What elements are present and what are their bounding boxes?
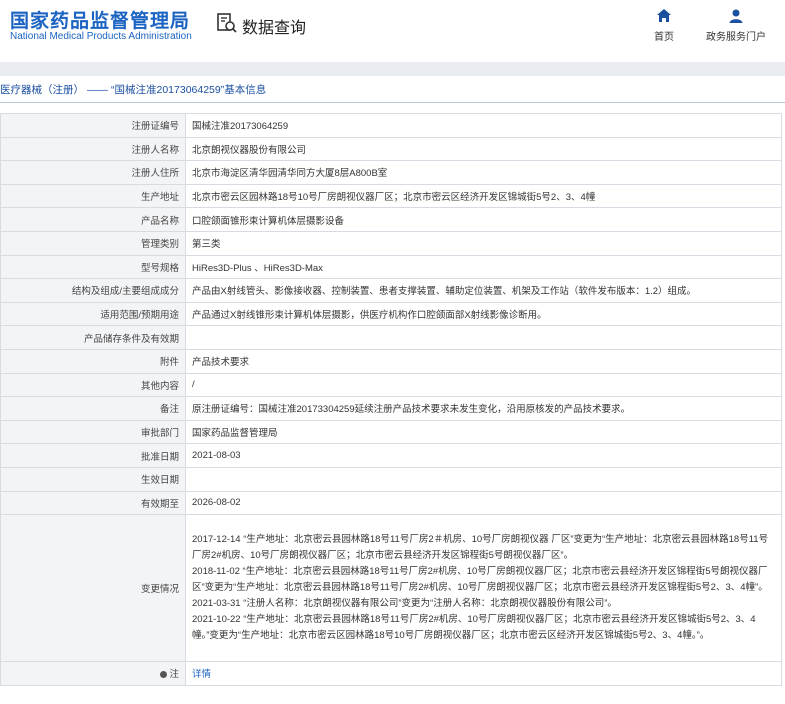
- field-label: 生效日期: [0, 466, 186, 492]
- data-query-label: 数据查询: [242, 19, 307, 37]
- note-value: 详情: [185, 661, 782, 686]
- field-label: 生产地址: [0, 183, 186, 209]
- table-row: 型号规格 HiRes3D-Plus 、HiRes3D-Max: [0, 254, 782, 280]
- nav-home-label: 首页: [654, 32, 674, 43]
- field-value: 产品通过X射线锥形束计算机体层摄影，供医疗机构作口腔颌面部X射线影像诊断用。: [185, 301, 782, 327]
- field-label: 审批部门: [0, 419, 186, 445]
- breadcrumb-separator: ——: [87, 84, 108, 96]
- table-row: 备注 原注册证编号：国械注准20173304259延续注册产品技术要求未发生变化，…: [0, 396, 782, 421]
- table-row: 适用范围/预期用途 产品通过X射线锥形束计算机体层摄影，供医疗机构作口腔颌面部X射…: [0, 301, 782, 327]
- field-value: 原注册证编号：国械注准20173304259延续注册产品技术要求未发生变化，沿用…: [185, 396, 782, 421]
- nav-gov-service-label: 政务服务门户: [706, 32, 766, 43]
- table-row: 批准日期 2021-08-03: [0, 443, 782, 468]
- note-row: 注 详情: [0, 661, 782, 686]
- field-value: /: [185, 372, 782, 398]
- field-value: 国家药品监督管理局: [185, 419, 782, 445]
- breadcrumb: 医疗器械（注册） —— “国械注准20173064259”基本信息: [0, 82, 266, 97]
- field-value: [185, 466, 782, 492]
- table-row: 注册证编号 国械注准20173064259: [0, 113, 782, 138]
- field-label: 注册人名称: [0, 136, 186, 162]
- nav-gov-service[interactable]: 政务服务门户: [706, 8, 766, 43]
- field-value: 口腔颌面锥形束计算机体层摄影设备: [185, 207, 782, 232]
- user-icon: [706, 8, 766, 24]
- field-label: 附件: [0, 348, 186, 374]
- change-entry: 2021-10-22 “生产地址：北京密云县园林路18号11号厂房2#机房、10…: [192, 614, 756, 642]
- field-value: 产品技术要求: [185, 348, 782, 374]
- breadcrumb-underline: [0, 102, 785, 103]
- field-label: 产品名称: [0, 207, 186, 232]
- field-label: 结构及组成/主要组成成分: [0, 278, 186, 303]
- field-label: 注册人住所: [0, 160, 186, 185]
- field-label: 管理类别: [0, 230, 186, 256]
- field-value: [185, 325, 782, 350]
- field-value: HiRes3D-Plus 、HiRes3D-Max: [185, 254, 782, 280]
- change-entry: 2017-12-14 “生产地址：北京密云县园林路18号11号厂房2＃机房、10…: [192, 534, 769, 562]
- field-value: 北京市密云区园林路18号10号厂房朗视仪器厂区；北京市密云区经济开发区锦城街5号…: [185, 183, 782, 209]
- note-label-cell: 注: [0, 661, 186, 686]
- field-value: 第三类: [185, 230, 782, 256]
- table-row: 附件 产品技术要求: [0, 348, 782, 374]
- change-history-row: 变更情况 2017-12-14 “生产地址：北京密云县园林路18号11号厂房2＃…: [0, 514, 782, 663]
- table-row: 生产地址 北京市密云区园林路18号10号厂房朗视仪器厂区；北京市密云区经济开发区锦…: [0, 183, 782, 209]
- table-row: 审批部门 国家药品监督管理局: [0, 419, 782, 445]
- field-label: 备注: [0, 396, 186, 421]
- change-history-label: 变更情况: [0, 514, 186, 663]
- data-query-heading: 数据查询: [216, 12, 306, 39]
- breadcrumb-record: “国械注准20173064259”基本信息: [111, 84, 267, 96]
- change-history-value: 2017-12-14 “生产地址：北京密云县园林路18号11号厂房2＃机房、10…: [185, 514, 782, 663]
- field-value: 2021-08-03: [185, 443, 782, 468]
- field-label: 有效期至: [0, 490, 186, 516]
- field-value: 北京朗视仪器股份有限公司: [185, 136, 782, 162]
- table-row: 有效期至 2026-08-02: [0, 490, 782, 516]
- table-row: 管理类别 第三类: [0, 230, 782, 256]
- field-value: 产品由X射线管头、影像接收器、控制装置、患者支撑装置、辅助定位装置、机架及工作站…: [185, 278, 782, 303]
- site-name-en[interactable]: National Medical Products Administration: [10, 31, 192, 42]
- field-value: 国械注准20173064259: [185, 113, 782, 138]
- field-label: 型号规格: [0, 254, 186, 280]
- table-row: 注册人名称 北京朗视仪器股份有限公司: [0, 136, 782, 162]
- change-entry: 2021-03-31 “注册人名称：北京朗视仪器有限公司”变更为“注册人名称：北…: [192, 598, 617, 610]
- field-value: 2026-08-02: [185, 490, 782, 516]
- bullet-icon: [160, 671, 168, 679]
- field-label: 批准日期: [0, 443, 186, 468]
- table-row: 结构及组成/主要组成成分 产品由X射线管头、影像接收器、控制装置、患者支撑装置、辅…: [0, 278, 782, 303]
- note-label: 注: [169, 669, 179, 681]
- nav-home[interactable]: 首页: [654, 8, 674, 43]
- field-value: 北京市海淀区清华园清华同方大厦8层A800B室: [185, 160, 782, 185]
- site-name-cn[interactable]: 国家药品监督管理局: [10, 6, 190, 33]
- table-row: 其他内容 /: [0, 372, 782, 398]
- details-link[interactable]: 详情: [192, 669, 211, 680]
- home-icon: [654, 8, 674, 24]
- registration-info-table: 注册证编号 国械注准20173064259 注册人名称 北京朗视仪器股份有限公司 注…: [0, 113, 782, 686]
- change-entry: 2018-11-02 “生产地址：北京密云县园林路18号11号厂房2#机房、10…: [192, 566, 768, 594]
- header-divider-band: [0, 62, 785, 76]
- field-label: 适用范围/预期用途: [0, 301, 186, 327]
- table-row: 生效日期: [0, 466, 782, 492]
- document-search-icon: [216, 12, 238, 39]
- field-label: 注册证编号: [0, 113, 186, 138]
- table-row: 产品名称 口腔颌面锥形束计算机体层摄影设备: [0, 207, 782, 232]
- field-label: 其他内容: [0, 372, 186, 398]
- site-header: 国家药品监督管理局 National Medical Products Admi…: [0, 0, 785, 62]
- field-label: 产品储存条件及有效期: [0, 325, 186, 350]
- breadcrumb-category[interactable]: 医疗器械（注册）: [0, 84, 84, 96]
- table-row: 产品储存条件及有效期: [0, 325, 782, 350]
- table-row: 注册人住所 北京市海淀区清华园清华同方大厦8层A800B室: [0, 160, 782, 185]
